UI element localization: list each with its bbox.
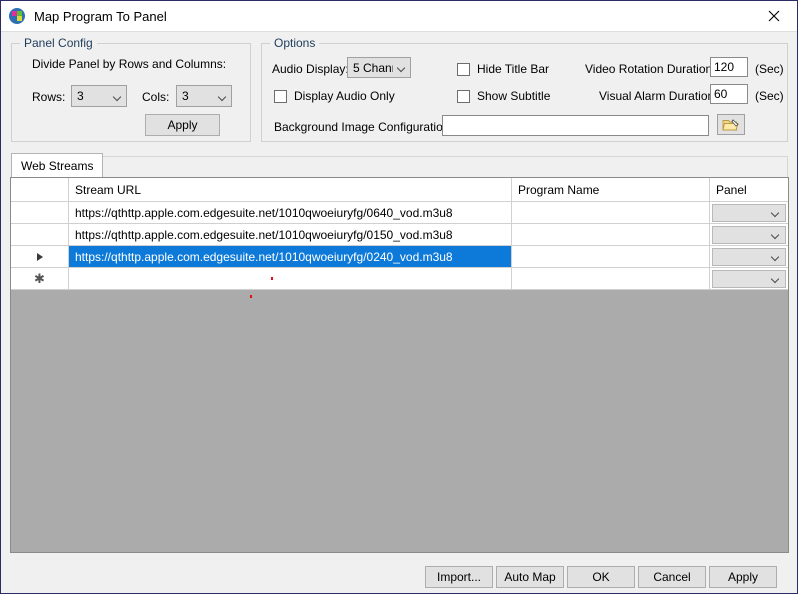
- grid-header-row: Stream URL Program Name Panel: [11, 178, 788, 202]
- panel-apply-button[interactable]: Apply: [145, 114, 220, 136]
- tab-strip-filler: [88, 156, 788, 178]
- grid-header-stream-url[interactable]: Stream URL: [69, 178, 512, 201]
- chevron-down-icon: [767, 210, 785, 215]
- show-subtitle-checkbox[interactable]: Show Subtitle: [457, 89, 550, 103]
- close-icon[interactable]: [751, 1, 797, 30]
- ok-button[interactable]: OK: [567, 566, 635, 588]
- dialog-window: Map Program To Panel Panel Config Divide…: [0, 0, 798, 594]
- checkbox-box-icon: [457, 89, 470, 103]
- table-row[interactable]: https://qthttp.apple.com.edgesuite.net/1…: [11, 224, 788, 246]
- stream-url-cell[interactable]: [69, 268, 512, 289]
- table-row[interactable]: ✱: [11, 268, 788, 290]
- video-rotation-duration-field[interactable]: [710, 57, 748, 77]
- grid-header-panel[interactable]: Panel: [710, 178, 787, 201]
- audio-display-value: 5 Channe: [353, 60, 393, 75]
- audio-display-label: Audio Display:: [272, 62, 349, 76]
- import-button[interactable]: Import...: [425, 566, 493, 588]
- hide-title-bar-checkbox[interactable]: Hide Title Bar: [457, 62, 549, 76]
- folder-browse-icon[interactable]: [717, 114, 745, 135]
- new-row-asterisk-icon: ✱: [34, 270, 45, 286]
- app-grid-icon: [9, 8, 25, 24]
- program-name-cell[interactable]: [512, 268, 710, 289]
- table-row[interactable]: https://qthttp.apple.com.edgesuite.net/1…: [11, 246, 788, 268]
- panel-dropdown[interactable]: [712, 269, 786, 288]
- video-rotation-unit-label: (Sec): [755, 62, 784, 76]
- rows-value: 3: [77, 89, 84, 103]
- row-marker-cell[interactable]: [11, 246, 69, 267]
- row-marker-cell[interactable]: [11, 224, 69, 245]
- panel-cell[interactable]: [710, 202, 787, 223]
- current-row-arrow-icon: [36, 252, 43, 261]
- title-bar: Map Program To Panel: [1, 1, 797, 32]
- visual-alarm-duration-field[interactable]: [710, 84, 748, 104]
- cols-label: Cols:: [142, 90, 170, 104]
- chevron-down-icon: [393, 65, 410, 70]
- cursor-artifact: [250, 295, 252, 298]
- checkbox-box-icon: [457, 62, 470, 76]
- background-image-config-label: Background Image Configuration:: [274, 120, 453, 134]
- chevron-down-icon: [214, 94, 231, 99]
- program-name-cell[interactable]: [512, 202, 710, 223]
- chevron-down-icon: [767, 232, 785, 237]
- panel-config-group: Panel Config Divide Panel by Rows and Co…: [11, 36, 251, 142]
- hide-title-bar-label: Hide Title Bar: [477, 62, 550, 76]
- divide-panel-description: Divide Panel by Rows and Columns:: [32, 57, 227, 71]
- stream-url-cell[interactable]: https://qthttp.apple.com.edgesuite.net/1…: [69, 246, 512, 267]
- chevron-down-icon: [109, 94, 126, 99]
- panel-dropdown[interactable]: [712, 225, 786, 244]
- chevron-down-icon: [767, 276, 785, 281]
- stream-url-cell[interactable]: https://qthttp.apple.com.edgesuite.net/1…: [69, 202, 512, 223]
- footer-apply-button[interactable]: Apply: [709, 566, 777, 588]
- table-row[interactable]: https://qthttp.apple.com.edgesuite.net/1…: [11, 202, 788, 224]
- rows-dropdown[interactable]: 3: [71, 85, 127, 107]
- options-legend: Options: [270, 36, 320, 50]
- visual-alarm-duration-label: Visual Alarm Duration:: [599, 89, 718, 103]
- grid-empty-area: [11, 290, 788, 552]
- cancel-button[interactable]: Cancel: [638, 566, 706, 588]
- tab-web-streams[interactable]: Web Streams: [11, 153, 104, 177]
- program-name-cell[interactable]: [512, 224, 710, 245]
- chevron-down-icon: [767, 254, 785, 259]
- background-image-config-field[interactable]: [442, 115, 709, 136]
- visual-alarm-unit-label: (Sec): [755, 89, 784, 103]
- panel-cell[interactable]: [710, 246, 787, 267]
- panel-cell[interactable]: [710, 224, 787, 245]
- video-rotation-duration-label: Video Rotation Duration:: [585, 62, 716, 76]
- panel-dropdown[interactable]: [712, 247, 786, 266]
- show-subtitle-label: Show Subtitle: [477, 89, 551, 103]
- panel-cell[interactable]: [710, 268, 787, 289]
- cols-value: 3: [182, 89, 189, 103]
- checkbox-box-icon: [274, 89, 287, 103]
- display-audio-only-label: Display Audio Only: [294, 89, 395, 103]
- rows-label: Rows:: [32, 90, 66, 104]
- auto-map-button[interactable]: Auto Map: [496, 566, 564, 588]
- row-marker-cell[interactable]: [11, 202, 69, 223]
- cols-dropdown[interactable]: 3: [176, 85, 232, 107]
- program-name-cell[interactable]: [512, 246, 710, 267]
- grid-header-program-name[interactable]: Program Name: [512, 178, 710, 201]
- row-marker-cell[interactable]: ✱: [11, 268, 69, 289]
- panel-dropdown[interactable]: [712, 203, 786, 222]
- cursor-artifact: [271, 277, 273, 280]
- display-audio-only-checkbox[interactable]: Display Audio Only: [274, 89, 395, 103]
- options-group: Options Audio Display: 5 Channe Display …: [261, 36, 788, 142]
- window-title: Map Program To Panel: [34, 8, 167, 24]
- audio-display-dropdown[interactable]: 5 Channe: [347, 57, 411, 78]
- web-streams-grid: Stream URL Program Name Panel https://qt…: [10, 177, 789, 553]
- grid-header-rowmarker[interactable]: [11, 178, 69, 201]
- stream-url-cell[interactable]: https://qthttp.apple.com.edgesuite.net/1…: [69, 224, 512, 245]
- tab-strip: Web Streams: [11, 153, 788, 178]
- panel-config-legend: Panel Config: [20, 36, 97, 50]
